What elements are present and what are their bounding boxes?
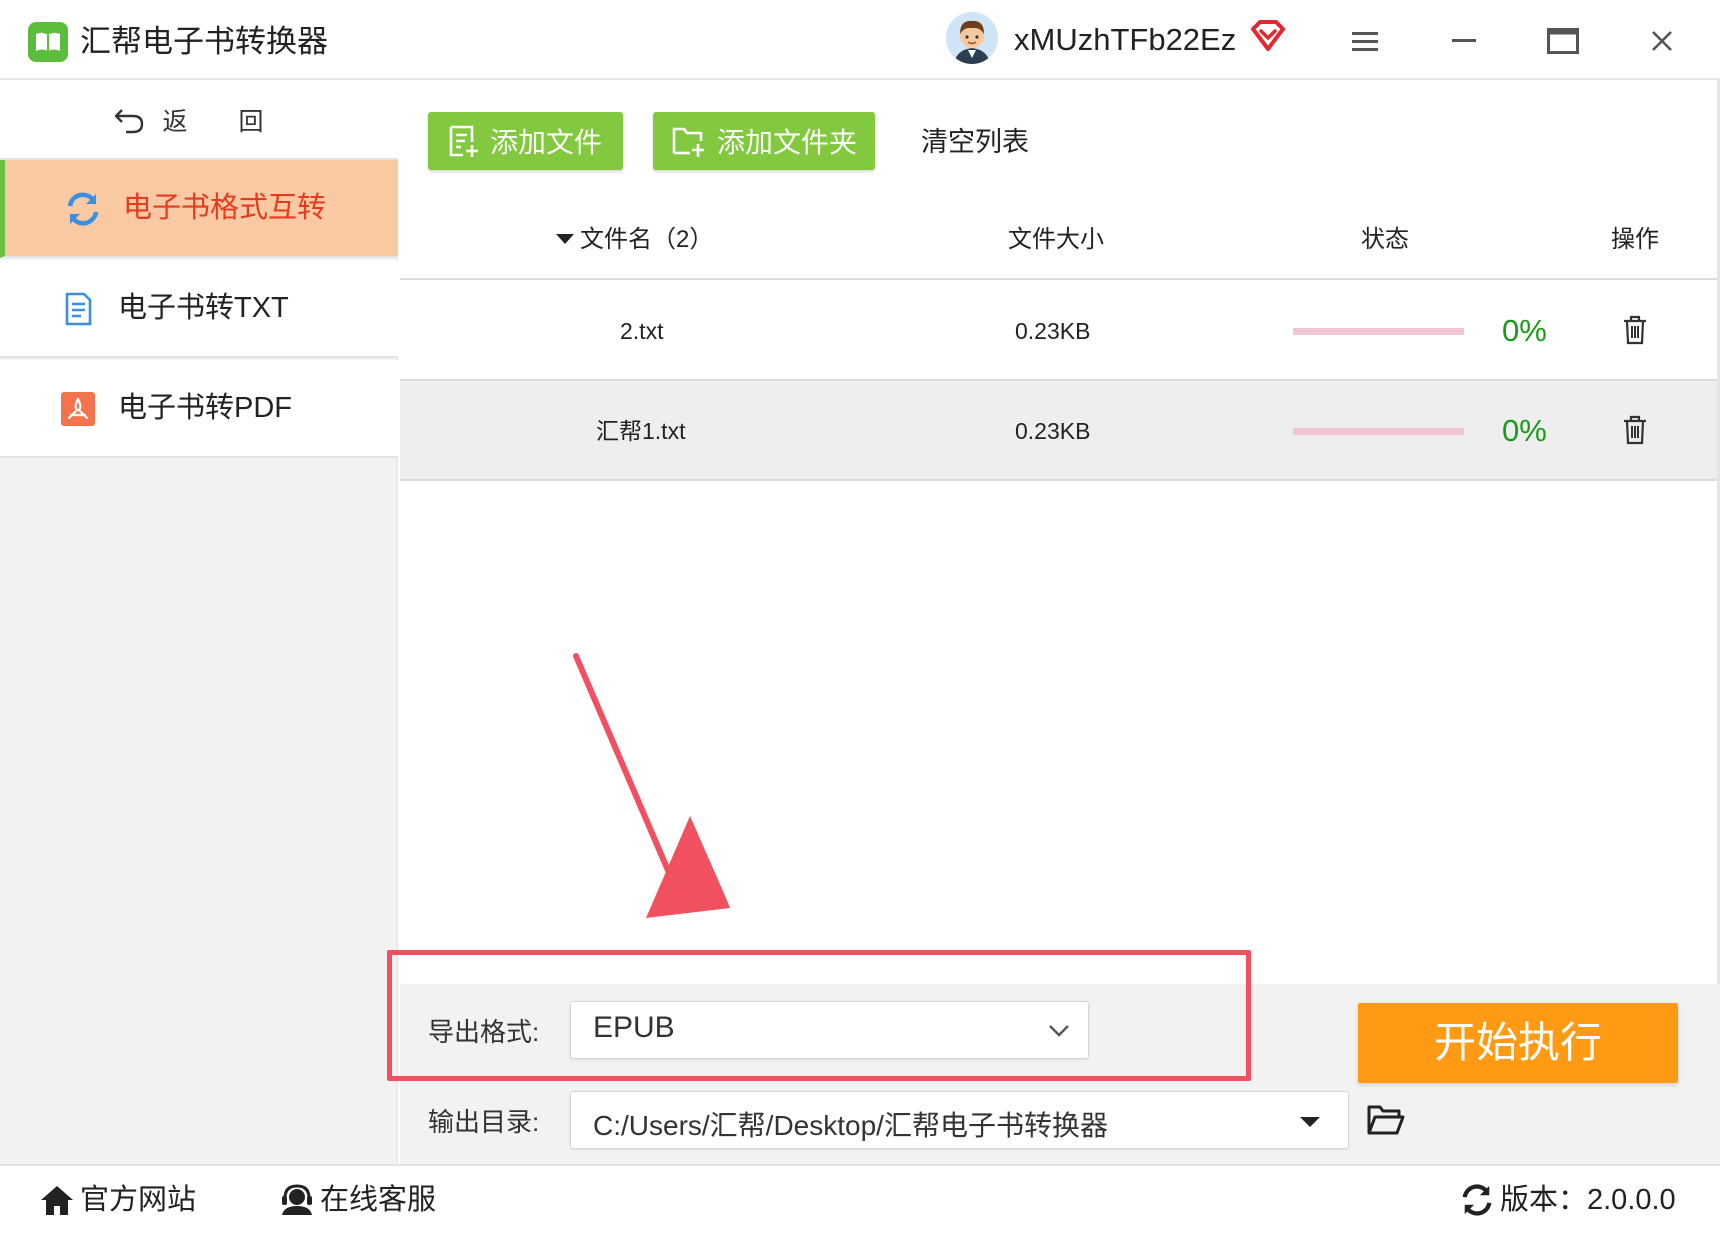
maximize-icon [1547,28,1579,54]
progress-bar [1293,328,1464,335]
hamburger-icon [1352,32,1378,51]
back-label: 返 回 [162,108,286,136]
headset-icon [280,1184,314,1216]
status-column-header: 状态 [1361,226,1409,253]
clear-list-button[interactable]: 清空列表 [921,122,1029,162]
progress-bar [1293,428,1464,435]
official-website-label: 官方网站 [80,1184,197,1216]
browse-folder-button[interactable] [1366,1103,1406,1142]
sidebar-item-label: 电子书转TXT [118,292,289,324]
online-support-link[interactable]: 在线客服 [280,1180,436,1220]
output-dir-select[interactable]: C:/Users/汇帮/Desktop/汇帮电子书转换器 [570,1091,1349,1149]
size-column-header: 文件大小 [1008,226,1104,253]
username: xMUzhTFb22Ez [1014,22,1237,57]
menu-button[interactable] [1337,16,1393,66]
minimize-icon [1452,39,1476,42]
online-support-label: 在线客服 [320,1184,437,1216]
delete-button[interactable] [1622,415,1648,450]
user-avatar[interactable] [946,12,998,64]
version-info[interactable]: 版本：2.0.0.0 [1460,1180,1676,1220]
sidebar-item-label: 电子书转PDF [118,392,293,424]
title-bar: 汇帮电子书转换器 xMUzhTFb22Ez [0,0,1720,80]
format-label: 导出格式: [428,1017,540,1047]
table-row[interactable]: 2.txt 0.23KB 0% [400,281,1720,381]
progress-percent: 0% [1502,313,1547,348]
file-size: 0.23KB [1015,318,1091,344]
delete-button[interactable] [1622,315,1648,350]
dropdown-arrow-icon [1300,1117,1320,1127]
sidebar: 返 回 电子书格式互转 电子书转TXT 电子书转PDF [0,82,398,1164]
version-label: 版本：2.0.0.0 [1500,1184,1676,1216]
add-folder-icon [671,124,707,158]
progress-percent: 0% [1502,413,1547,448]
format-select[interactable]: EPUB [570,1001,1089,1059]
add-file-icon [446,124,480,158]
chevron-down-icon [1049,1025,1069,1037]
file-name: 2.txt [620,318,664,344]
pdf-icon [60,391,96,427]
filename-column-header[interactable]: 文件名（2） [556,220,713,260]
add-folder-label: 添加文件夹 [717,127,858,158]
folder-open-icon [1367,1105,1405,1135]
annotation-arrow [573,653,730,918]
sidebar-item-label: 电子书格式互转 [123,192,327,224]
document-icon [60,291,96,327]
back-arrow-icon [113,106,145,134]
table-header: 文件名（2） 文件大小 状态 操作 [400,200,1720,280]
start-button[interactable]: 开始执行 [1358,1003,1678,1083]
filename-header-label: 文件名（2） [580,226,714,253]
add-file-label: 添加文件 [490,127,603,158]
output-dir-label: 输出目录: [428,1107,540,1137]
trash-icon [1624,415,1646,445]
close-button[interactable] [1634,16,1690,66]
file-name: 汇帮1.txt [596,418,686,444]
file-size: 0.23KB [1015,418,1091,444]
official-website-link[interactable]: 官方网站 [40,1180,196,1220]
maximize-button[interactable] [1535,16,1591,66]
sort-down-icon [556,233,574,244]
add-file-button[interactable]: 添加文件 [428,112,623,170]
close-icon [1652,31,1672,51]
table-row[interactable]: 汇帮1.txt 0.23KB 0% [400,381,1720,481]
add-folder-button[interactable]: 添加文件夹 [653,112,875,170]
back-button[interactable]: 返 回 [0,82,398,160]
status-bar: 官方网站 在线客服 版本：2.0.0.0 [0,1164,1720,1234]
update-refresh-icon [1460,1183,1494,1217]
format-value: EPUB [593,1011,675,1044]
home-icon [40,1184,74,1216]
output-dir-value: C:/Users/汇帮/Desktop/汇帮电子书转换器 [593,1110,1108,1141]
refresh-icon [65,191,101,227]
app-title: 汇帮电子书转换器 [80,24,328,59]
sidebar-item-to-pdf[interactable]: 电子书转PDF [0,360,398,458]
vip-diamond-icon [1250,20,1286,57]
sidebar-item-format-convert[interactable]: 电子书格式互转 [0,160,398,258]
book-logo-icon [28,22,68,62]
action-column-header: 操作 [1611,226,1659,253]
trash-icon [1624,315,1646,345]
sidebar-item-to-txt[interactable]: 电子书转TXT [0,260,398,358]
minimize-button[interactable] [1436,16,1492,66]
